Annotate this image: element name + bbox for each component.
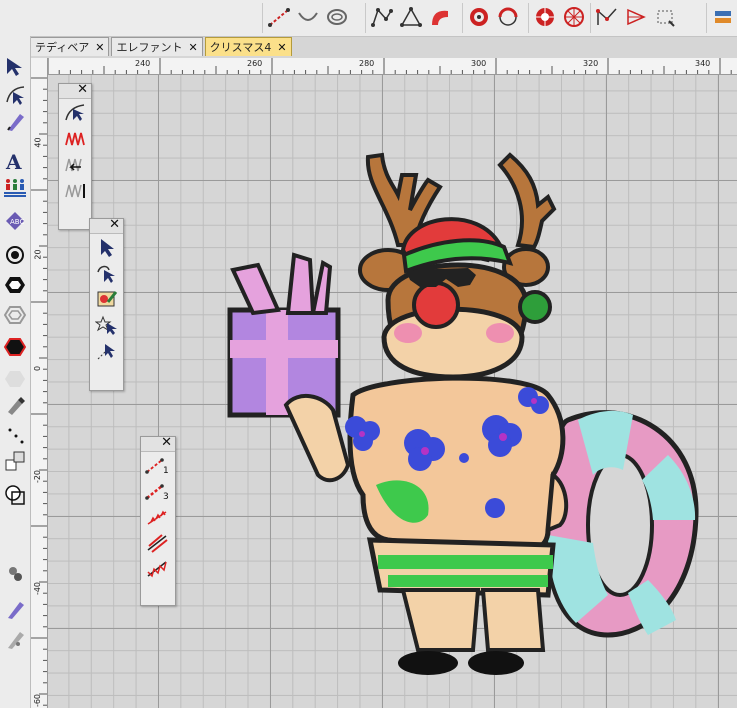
- tab-label: クリスマス4: [209, 41, 272, 54]
- left-toolbar: A ABC: [0, 36, 31, 708]
- toolbar-group-shapes: [365, 3, 456, 33]
- close-icon[interactable]: ✕: [95, 41, 104, 54]
- needle-icon[interactable]: [1, 596, 29, 622]
- dotted-select-icon[interactable]: [90, 338, 123, 364]
- tab-christmas4[interactable]: クリスマス4 ✕: [204, 37, 292, 56]
- ruler-label: 300: [471, 59, 487, 68]
- paint-select-icon[interactable]: [90, 286, 123, 312]
- arrow-shape-icon[interactable]: [594, 3, 620, 31]
- toolbar-group-circles: [462, 3, 524, 33]
- star-select-icon[interactable]: [90, 312, 123, 338]
- polygon-tool-icon[interactable]: [369, 3, 395, 31]
- stitch-count-label: 3: [163, 492, 169, 502]
- ruler-label: 340: [695, 59, 711, 68]
- run-stitch-palette: ✕ 1 3: [140, 436, 176, 606]
- select-arrow-icon[interactable]: [1, 54, 29, 80]
- transform-tool-icon[interactable]: [623, 3, 649, 31]
- svg-text:A: A: [5, 150, 22, 172]
- line-tool-icon[interactable]: [266, 3, 292, 31]
- close-icon[interactable]: ✕: [188, 41, 197, 54]
- ruler-label: -20: [33, 469, 43, 484]
- palette-header: ✕: [59, 83, 91, 99]
- arc-tool-icon[interactable]: [295, 3, 321, 31]
- toolbar-group-lines: [262, 3, 353, 33]
- vertical-ruler: 40 20 0 -20 -40 -60: [31, 58, 48, 708]
- ruler-label: 0: [33, 365, 43, 372]
- star-tool-icon[interactable]: [532, 3, 558, 31]
- people-icon[interactable]: [1, 174, 29, 200]
- document-tabs: テディベア ✕ エレファント ✕ クリスマス4 ✕: [30, 37, 292, 57]
- color-picker-icon[interactable]: [1, 392, 29, 418]
- tab-label: エレファント: [116, 41, 183, 54]
- curve-tool-icon[interactable]: [427, 3, 453, 31]
- select-arrow-icon[interactable]: [90, 234, 123, 260]
- ruler-label: 240: [135, 59, 151, 68]
- fill-icon[interactable]: [1, 366, 29, 392]
- bean-stitch-icon[interactable]: [141, 530, 175, 556]
- monogram-icon[interactable]: ABC: [1, 208, 29, 234]
- settings-tool-icon[interactable]: [652, 3, 678, 31]
- main-toolbar: [0, 0, 737, 37]
- svg-text:ABC: ABC: [10, 218, 24, 226]
- rotate-select-icon[interactable]: [90, 260, 123, 286]
- curve-stitch-icon[interactable]: [59, 99, 91, 125]
- ruler-label: 40: [33, 137, 43, 148]
- close-icon[interactable]: ✕: [77, 83, 88, 97]
- swim-ring-icon: [545, 410, 699, 638]
- spiral-icon[interactable]: [1, 242, 29, 268]
- ruler-label: 20: [33, 249, 43, 260]
- stitch-palette-1: ✕: [58, 83, 92, 230]
- tab-teddy-bear[interactable]: テディベア ✕: [30, 37, 110, 56]
- horizontal-ruler: 240 260 280 300 320 340: [38, 58, 737, 75]
- palette-header: ✕: [90, 218, 123, 234]
- ruler-label: 260: [247, 59, 263, 68]
- outline-icon[interactable]: [1, 302, 29, 328]
- gift-box-icon: [227, 252, 341, 418]
- palette-header: ✕: [141, 436, 175, 452]
- motif-stitch-icon[interactable]: [141, 504, 175, 530]
- stitch-count-label: 1: [163, 466, 169, 476]
- close-icon[interactable]: ✕: [277, 41, 286, 54]
- dot-icon[interactable]: [1, 420, 29, 446]
- tab-label: テディベア: [35, 41, 90, 54]
- stack-icon[interactable]: [710, 3, 736, 31]
- node-edit-icon[interactable]: [1, 82, 29, 108]
- reindeer-body-icon: [283, 375, 569, 675]
- zigzag-tool-icon[interactable]: [561, 3, 587, 31]
- ruler-label: 280: [359, 59, 375, 68]
- pencil-icon[interactable]: [1, 626, 29, 652]
- toolbar-group-stars: [528, 3, 590, 33]
- close-icon[interactable]: ✕: [161, 436, 172, 450]
- layer-icon[interactable]: [1, 482, 29, 508]
- reindeer-embroidery-design[interactable]: [48, 75, 737, 708]
- split-icon[interactable]: [1, 448, 29, 474]
- satin-stop-icon[interactable]: [59, 177, 91, 203]
- hexagon-icon[interactable]: [1, 272, 29, 298]
- tab-elephant[interactable]: エレファント ✕: [111, 37, 203, 56]
- red-hexagon-icon[interactable]: [1, 334, 29, 360]
- run-stitch-1-icon[interactable]: 1: [141, 452, 175, 478]
- ruler-label: -40: [33, 581, 43, 596]
- text-tool-icon[interactable]: A: [1, 148, 29, 174]
- pen-icon[interactable]: [1, 108, 29, 134]
- shape-tool-icon[interactable]: [398, 3, 424, 31]
- run-stitch-3-icon[interactable]: 3: [141, 478, 175, 504]
- select-palette: ✕: [89, 218, 124, 391]
- zigzag-stitch-icon[interactable]: [59, 125, 91, 151]
- ruler-label: 320: [583, 59, 599, 68]
- toolbar-group-end: [706, 3, 737, 33]
- stamp-icon[interactable]: [1, 560, 29, 586]
- ruler-label: -60: [33, 693, 43, 708]
- toolbar-group-misc: [590, 3, 681, 33]
- node-tool-icon[interactable]: [495, 3, 521, 31]
- design-canvas[interactable]: ✕ ✕ ✕ 1 3: [48, 75, 737, 708]
- circle-tool-icon[interactable]: [324, 3, 350, 31]
- close-icon[interactable]: ✕: [109, 218, 120, 232]
- zigzag-run-icon[interactable]: [141, 556, 175, 582]
- donut-tool-icon[interactable]: [466, 3, 492, 31]
- satin-back-icon[interactable]: [59, 151, 91, 177]
